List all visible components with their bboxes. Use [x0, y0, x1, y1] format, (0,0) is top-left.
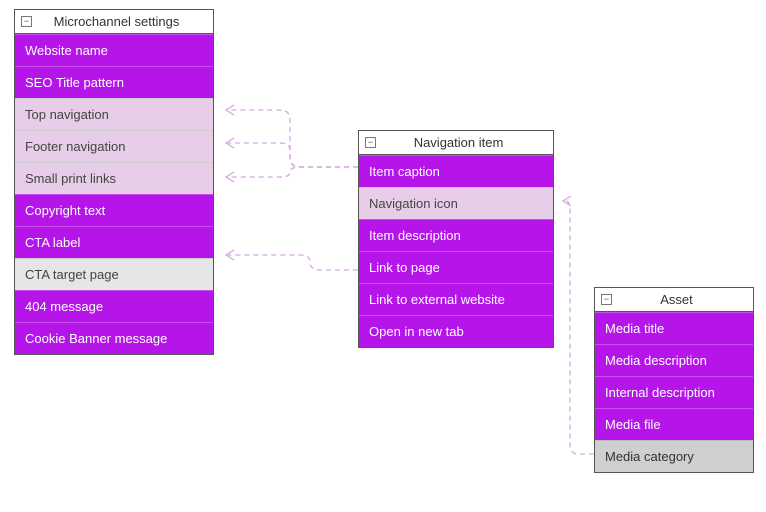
- arrowhead-smallprint: [226, 172, 234, 182]
- field-row[interactable]: SEO Title pattern: [15, 66, 213, 98]
- entity-header[interactable]: − Navigation item: [359, 131, 553, 155]
- field-row[interactable]: Open in new tab: [359, 315, 553, 347]
- field-row[interactable]: Media description: [595, 344, 753, 376]
- entity-header[interactable]: − Asset: [595, 288, 753, 312]
- arrowhead-ctatarget: [226, 250, 234, 260]
- field-row-ref[interactable]: Footer navigation: [15, 130, 213, 162]
- field-row[interactable]: Link to page: [359, 251, 553, 283]
- field-row-ref[interactable]: Top navigation: [15, 98, 213, 130]
- field-row[interactable]: CTA label: [15, 226, 213, 258]
- field-row[interactable]: Copyright text: [15, 194, 213, 226]
- field-row-ref[interactable]: Small print links: [15, 162, 213, 194]
- field-row[interactable]: Item caption: [359, 155, 553, 187]
- entity-title: Microchannel settings: [38, 14, 207, 29]
- arrowhead-topnav: [226, 105, 234, 115]
- field-row[interactable]: 404 message: [15, 290, 213, 322]
- connector-ctatarget: [228, 255, 358, 270]
- entity-navigation-item[interactable]: − Navigation item Item caption Navigatio…: [358, 130, 554, 348]
- collapse-icon[interactable]: −: [601, 294, 612, 305]
- collapse-icon[interactable]: −: [365, 137, 376, 148]
- entity-title: Navigation item: [382, 135, 547, 150]
- field-row[interactable]: Media category: [595, 440, 753, 472]
- connector-topnav: [228, 110, 358, 167]
- arrowhead-footernav: [226, 138, 234, 148]
- connector-footernav: [228, 143, 358, 167]
- field-row[interactable]: Item description: [359, 219, 553, 251]
- field-row-ref[interactable]: Navigation icon: [359, 187, 553, 219]
- collapse-icon[interactable]: −: [21, 16, 32, 27]
- field-row[interactable]: Internal description: [595, 376, 753, 408]
- field-row[interactable]: Cookie Banner message: [15, 322, 213, 354]
- connector-navicon: [565, 201, 594, 454]
- field-row-ref[interactable]: CTA target page: [15, 258, 213, 290]
- entity-header[interactable]: − Microchannel settings: [15, 10, 213, 34]
- connector-smallprint: [228, 167, 358, 177]
- entity-title: Asset: [618, 292, 747, 307]
- field-row[interactable]: Media title: [595, 312, 753, 344]
- field-row[interactable]: Media file: [595, 408, 753, 440]
- entity-asset[interactable]: − Asset Media title Media description In…: [594, 287, 754, 473]
- field-row[interactable]: Website name: [15, 34, 213, 66]
- arrowhead-navicon: [563, 196, 571, 206]
- entity-microchannel-settings[interactable]: − Microchannel settings Website name SEO…: [14, 9, 214, 355]
- field-row[interactable]: Link to external website: [359, 283, 553, 315]
